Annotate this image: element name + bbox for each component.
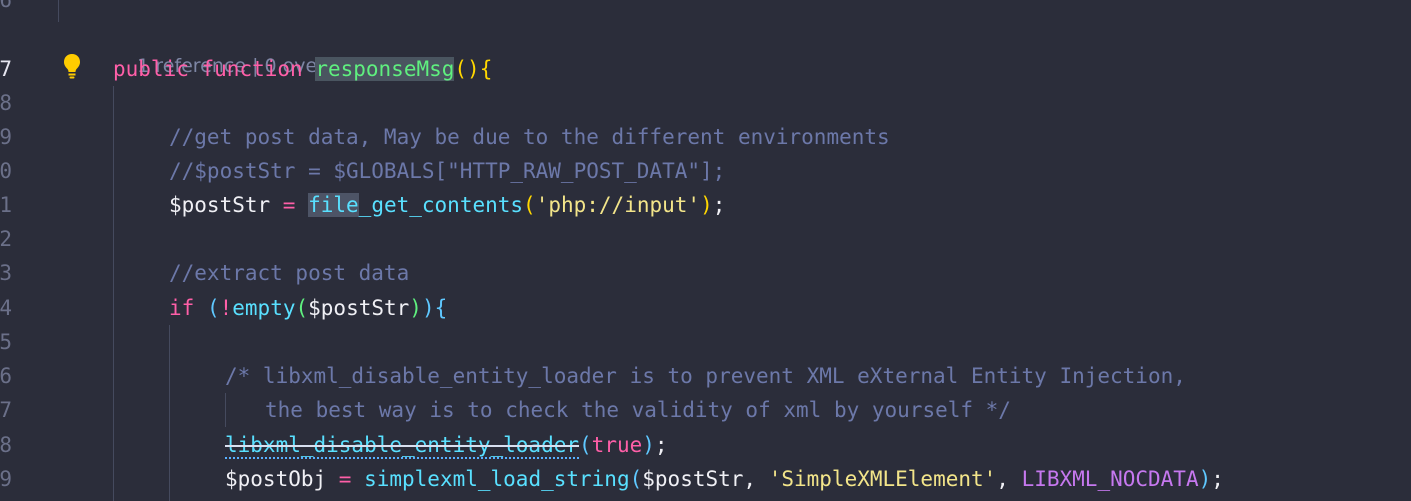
line-number: 8 xyxy=(0,91,12,115)
operator: ! xyxy=(219,296,233,320)
function-call: empty xyxy=(232,296,296,320)
open-paren: ( xyxy=(579,433,592,457)
keyword: true xyxy=(591,433,643,457)
close-paren: ) xyxy=(700,193,713,217)
comment-line[interactable]: //get post data, May be due to the diffe… xyxy=(169,120,890,154)
semicolon: ; xyxy=(654,433,668,457)
function-call: simplexml_load_string xyxy=(364,467,630,491)
line-number: 9 xyxy=(0,125,12,149)
line-number: 3 xyxy=(0,261,12,285)
open-paren: ( xyxy=(295,296,309,320)
comma: , xyxy=(996,467,1022,491)
open-paren: ( xyxy=(206,296,220,320)
comment-line[interactable]: //extract post data xyxy=(169,256,409,290)
keyword: function xyxy=(201,57,303,81)
operator: = xyxy=(326,467,365,491)
code-editor[interactable]: 6 7 8 9 0 1 2 3 4 5 6 7 8 9 1 reference … xyxy=(0,0,1411,501)
close-paren: ) xyxy=(421,296,435,320)
line-number: 6 xyxy=(0,364,12,388)
code-line[interactable]: $postObj = simplexml_load_string($postSt… xyxy=(225,462,1224,496)
line-number: 4 xyxy=(0,296,12,320)
line-number: 6 xyxy=(0,0,12,12)
code-line[interactable]: public function responseMsg(){ xyxy=(113,52,492,86)
keyword: if xyxy=(169,296,195,320)
semicolon: ; xyxy=(712,193,726,217)
lightbulb-icon[interactable] xyxy=(63,53,81,79)
string-literal: 'php://input' xyxy=(535,193,701,217)
line-number: 1 xyxy=(0,193,12,217)
open-paren: ( xyxy=(523,193,536,217)
indent-guide xyxy=(113,86,114,501)
code-line[interactable]: $postStr = file_get_contents('php://inpu… xyxy=(169,188,725,222)
code-line[interactable]: if (!empty($postStr)){ xyxy=(169,291,447,325)
codelens: 1 reference | 0 overrides xyxy=(113,24,371,77)
line-number: 0 xyxy=(0,159,12,183)
open-brace: { xyxy=(434,296,448,320)
comment-line[interactable]: the best way is to check the validity of… xyxy=(265,393,1011,427)
deprecated-function-call: libxml_disable_entity_loader xyxy=(225,433,580,459)
function-call: file xyxy=(308,193,359,217)
close-paren: ) xyxy=(409,296,422,320)
indent-guide xyxy=(169,325,170,501)
line-number: 8 xyxy=(0,433,12,457)
semicolon: ; xyxy=(1211,467,1224,491)
line-number: 5 xyxy=(0,330,12,354)
line-number: 7 xyxy=(0,57,12,81)
keyword: public xyxy=(113,57,189,81)
line-number: 9 xyxy=(0,467,12,491)
variable: $postStr xyxy=(642,467,744,491)
variable: $postStr xyxy=(169,193,271,217)
comma: , xyxy=(743,467,769,491)
open-brace: { xyxy=(479,57,493,81)
constant: LIBXML_NOCDATA xyxy=(1021,467,1199,491)
parentheses: () xyxy=(454,57,480,81)
close-paren: ) xyxy=(1198,467,1212,491)
close-paren: ) xyxy=(642,433,655,457)
line-number: 7 xyxy=(0,398,12,422)
line-number: 2 xyxy=(0,227,12,251)
function-name: responseMsg xyxy=(315,57,455,81)
string-literal: 'SimpleXMLElement' xyxy=(768,467,997,491)
variable: $postObj xyxy=(225,467,327,491)
indent-guide xyxy=(225,393,226,427)
code-line[interactable]: libxml_disable_entity_loader(true); xyxy=(225,428,668,462)
indent-guide xyxy=(58,0,59,22)
comment-line[interactable]: //$postStr = $GLOBALS["HTTP_RAW_POST_DAT… xyxy=(169,154,725,188)
open-paren: ( xyxy=(629,467,643,491)
variable: $postStr xyxy=(308,296,410,320)
function-call: _get_contents xyxy=(358,193,524,217)
comment-line[interactable]: /* libxml_disable_entity_loader is to pr… xyxy=(225,359,1186,393)
operator: = xyxy=(270,193,309,217)
